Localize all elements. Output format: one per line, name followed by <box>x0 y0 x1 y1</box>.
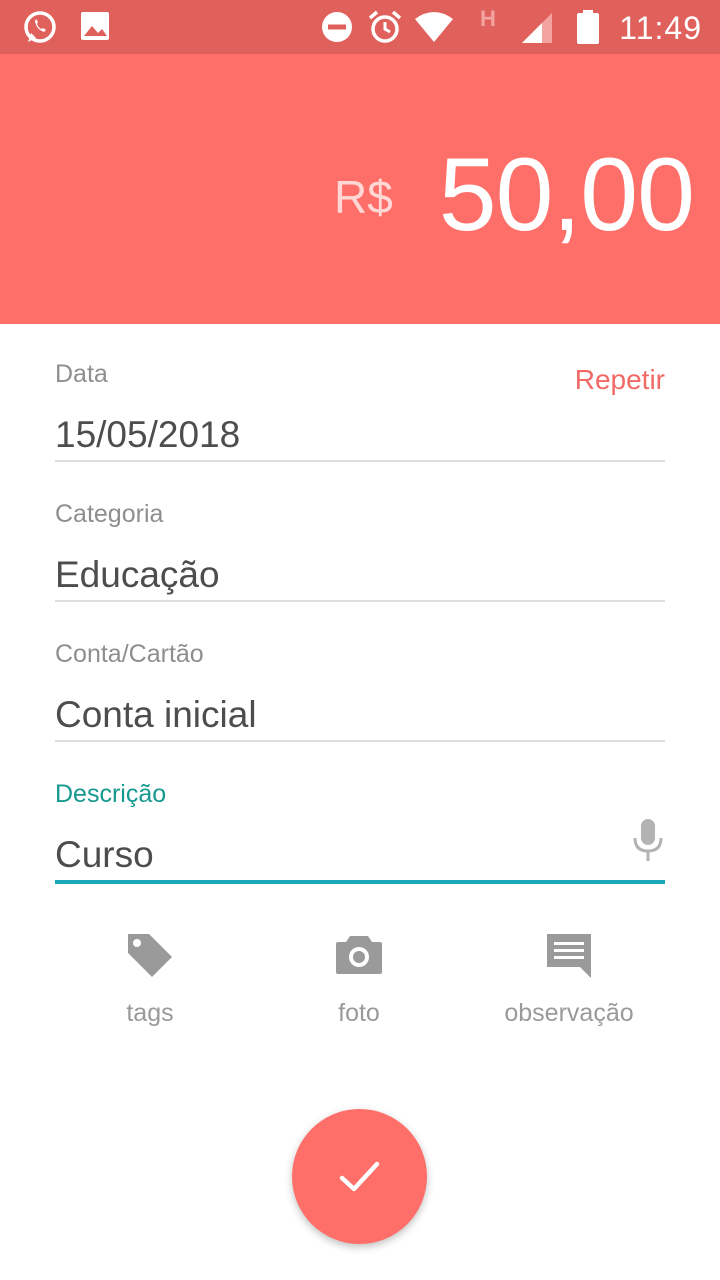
category-field[interactable]: Categoria Educação <box>55 500 665 604</box>
whatsapp-icon <box>22 9 58 50</box>
description-underline <box>55 880 665 884</box>
description-field[interactable]: Descrição Curso <box>55 780 665 888</box>
alarm-icon <box>368 9 402 50</box>
tag-icon <box>125 934 175 984</box>
check-icon <box>339 1161 380 1192</box>
repeat-button[interactable]: Repetir <box>575 364 665 396</box>
photo-action[interactable]: foto <box>259 930 459 1028</box>
camera-icon <box>334 936 384 984</box>
date-underline <box>55 460 665 462</box>
category-label: Categoria <box>55 500 164 528</box>
account-field[interactable]: Conta/Cartão Conta inicial <box>55 640 665 744</box>
description-label: Descrição <box>55 780 167 808</box>
tags-action[interactable]: tags <box>50 930 250 1028</box>
note-action[interactable]: observação <box>469 930 669 1028</box>
wifi-icon <box>414 9 454 50</box>
image-icon <box>80 9 110 48</box>
comment-icon <box>544 934 594 984</box>
battery-icon <box>576 9 600 50</box>
date-value[interactable]: 15/05/2018 <box>55 414 240 456</box>
category-value[interactable]: Educação <box>55 554 220 596</box>
network-type-label: H <box>480 6 496 31</box>
amount-value[interactable]: 50,00 <box>439 140 695 250</box>
photo-label: foto <box>338 999 380 1027</box>
date-label: Data <box>55 360 108 388</box>
dnd-icon <box>320 9 354 50</box>
description-input[interactable]: Curso <box>55 834 154 876</box>
date-field[interactable]: Data 15/05/2018 <box>55 360 665 464</box>
account-value[interactable]: Conta inicial <box>55 694 257 736</box>
signal-icon <box>520 9 554 50</box>
status-time: 11:49 <box>619 10 702 46</box>
currency-symbol: R$ <box>334 171 393 223</box>
confirm-button[interactable] <box>292 1109 427 1244</box>
account-label: Conta/Cartão <box>55 640 204 668</box>
account-underline <box>55 740 665 742</box>
status-bar: H 11:49 <box>0 0 720 54</box>
tags-label: tags <box>126 999 174 1027</box>
category-underline <box>55 600 665 602</box>
microphone-icon[interactable] <box>631 818 665 869</box>
note-label: observação <box>504 999 634 1027</box>
